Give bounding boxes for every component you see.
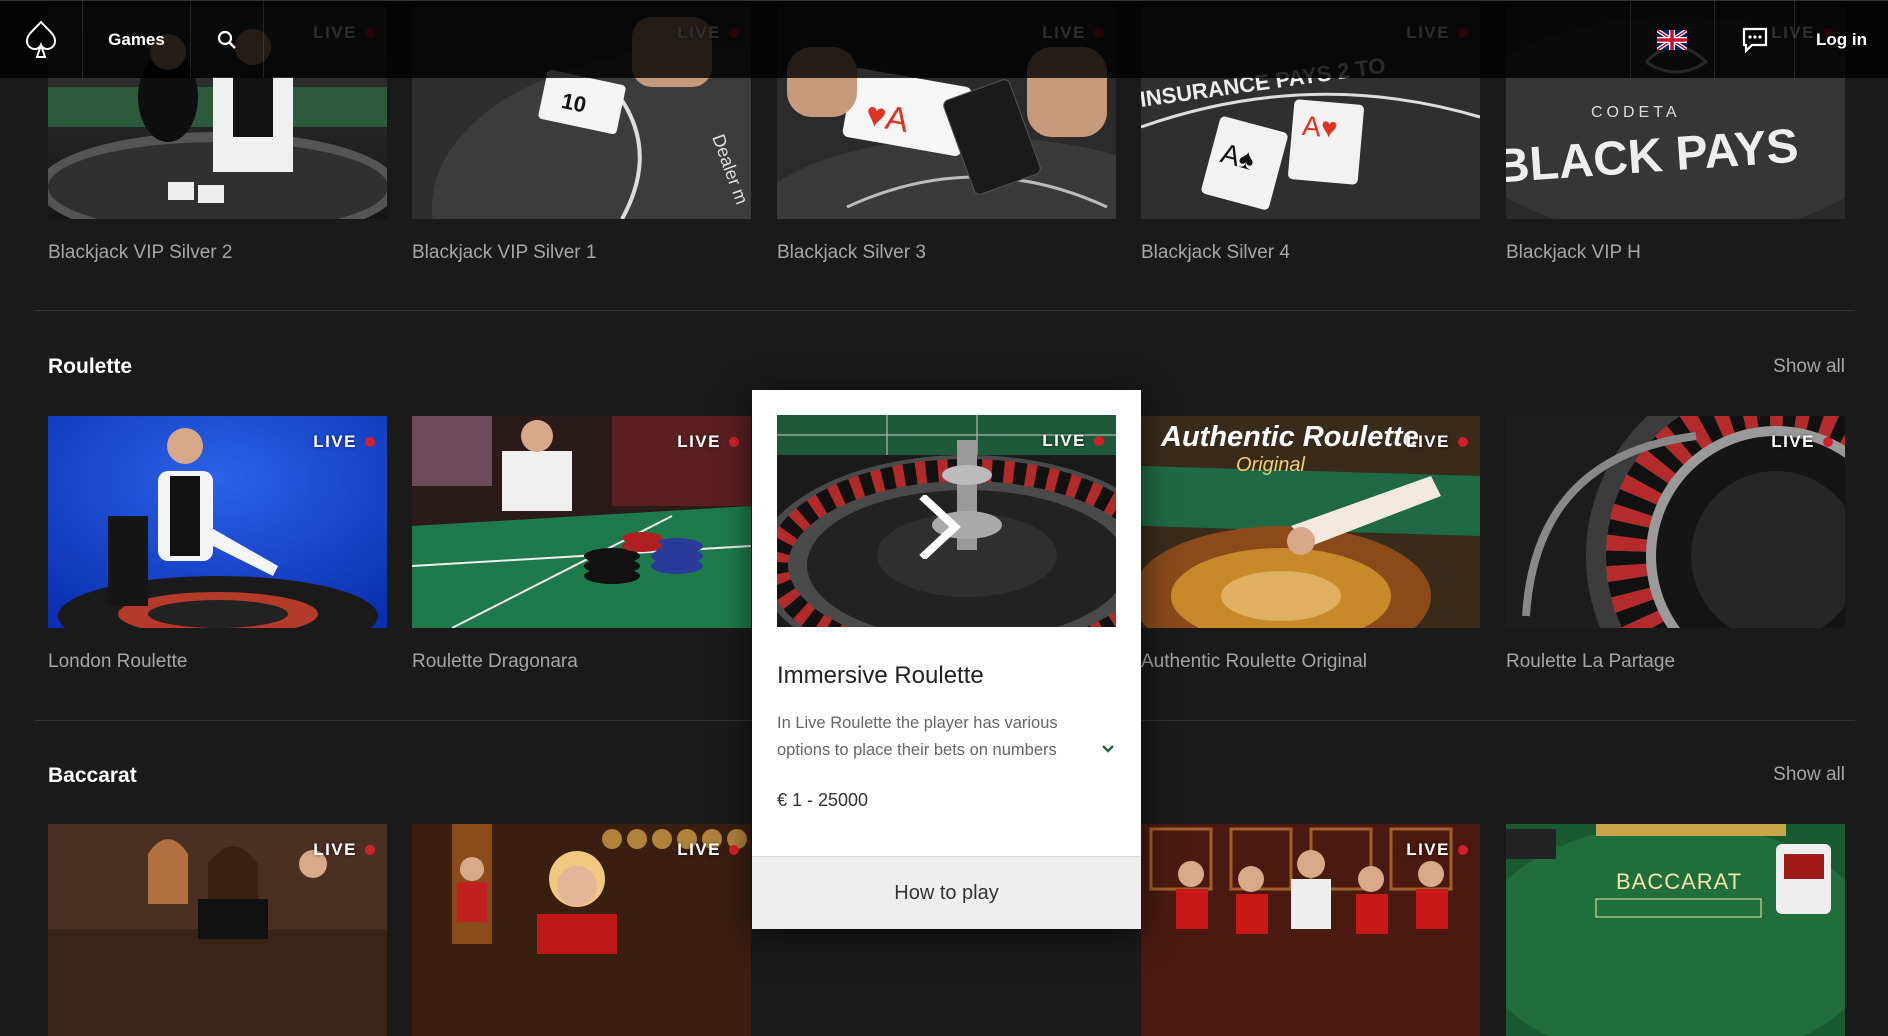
chat-icon (1742, 27, 1767, 53)
svg-text:CODETA: CODETA (1591, 104, 1680, 121)
game-detail-popup: LIVE Immersive Roulette In Live Roulette… (752, 390, 1141, 929)
svg-text:BACCARAT: BACCARAT (1616, 869, 1742, 894)
spade-logo-icon (25, 19, 57, 58)
game-thumbnail[interactable]: Authentic Roulette Original LIVE (1141, 416, 1480, 628)
game-title[interactable]: Roulette La Partage (1506, 651, 1675, 673)
game-title[interactable]: Authentic Roulette Original (1141, 651, 1367, 673)
chevron-down-icon[interactable] (1101, 744, 1115, 754)
popup-bet-limits: € 1 - 25000 (777, 790, 869, 810)
popup-game-title: Immersive Roulette (777, 662, 984, 689)
game-title[interactable]: Blackjack VIP Silver 1 (412, 242, 596, 264)
home-logo[interactable] (0, 1, 82, 78)
game-title[interactable]: Roulette Dragonara (412, 651, 578, 673)
live-badge: LIVE (677, 840, 739, 860)
chat-button[interactable] (1715, 1, 1794, 78)
nav-divider (263, 1, 264, 78)
live-badge: LIVE (677, 432, 739, 452)
thumbnail-image: BACCARAT (1506, 824, 1845, 1036)
popup-description: In Live Roulette the player has various … (777, 714, 1058, 759)
game-title[interactable]: Blackjack VIP Silver 2 (48, 242, 232, 264)
svg-text:♥A: ♥A (863, 95, 912, 140)
search-icon (217, 30, 236, 49)
game-thumbnail[interactable]: LIVE (412, 824, 751, 1036)
game-thumbnail[interactable]: LIVE (412, 416, 751, 628)
game-thumbnail[interactable]: LIVE (1141, 824, 1480, 1036)
games-menu-button[interactable]: Games (83, 1, 190, 78)
game-thumbnail[interactable]: BACCARAT (1506, 824, 1845, 1036)
game-title[interactable]: Blackjack Silver 3 (777, 242, 926, 264)
live-badge: LIVE (1406, 840, 1468, 860)
how-to-play-button[interactable]: How to play (752, 856, 1141, 929)
section-divider (35, 310, 1855, 311)
svg-text:10: 10 (559, 88, 588, 118)
live-badge: LIVE (1771, 432, 1833, 452)
game-thumbnail[interactable]: LIVE (48, 416, 387, 628)
game-thumbnail[interactable]: LIVE (48, 824, 387, 1036)
uk-flag-icon (1657, 29, 1687, 50)
game-thumbnail[interactable]: LIVE (1506, 416, 1845, 628)
roulette-show-all-link[interactable]: Show all (1773, 356, 1845, 378)
login-button[interactable]: Log in (1795, 1, 1888, 78)
section-title-baccarat: Baccarat (48, 764, 137, 787)
live-badge: LIVE (1406, 432, 1468, 452)
live-badge: LIVE (313, 840, 375, 860)
baccarat-show-all-link[interactable]: Show all (1773, 764, 1845, 786)
chevron-right-icon[interactable] (917, 495, 963, 559)
search-button[interactable] (191, 1, 263, 78)
game-title[interactable]: Blackjack Silver 4 (1141, 242, 1290, 264)
svg-text:Original: Original (1236, 454, 1305, 476)
section-title-roulette: Roulette (48, 355, 132, 378)
game-title[interactable]: London Roulette (48, 651, 187, 673)
svg-text:Authentic Roulette: Authentic Roulette (1160, 421, 1419, 453)
top-navigation-bar: Games Log in (0, 0, 1888, 78)
language-selector[interactable] (1630, 1, 1714, 78)
live-badge: LIVE (313, 432, 375, 452)
svg-text:A♥: A♥ (1301, 110, 1339, 144)
popup-thumbnail[interactable]: LIVE (777, 415, 1116, 627)
live-badge: LIVE (1042, 431, 1104, 451)
game-title[interactable]: Blackjack VIP H (1506, 242, 1641, 264)
